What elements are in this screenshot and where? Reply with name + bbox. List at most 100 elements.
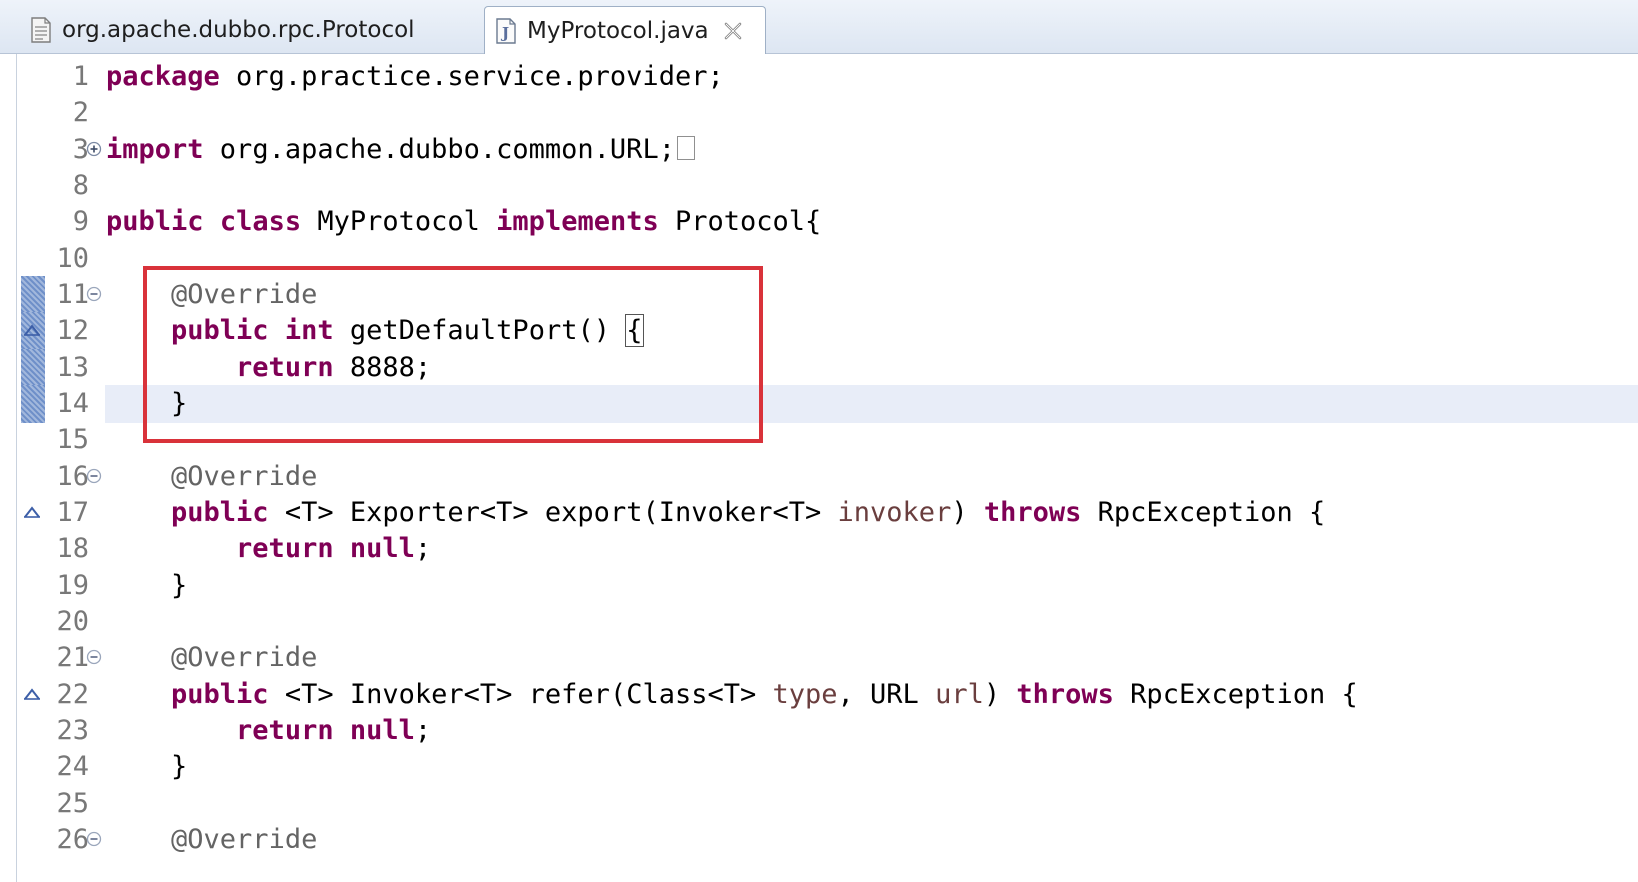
line-number: 13	[56, 351, 89, 383]
line-number: 22	[56, 678, 89, 710]
keyword-token: package	[106, 61, 220, 92]
close-tab-icon[interactable]	[723, 21, 743, 41]
code-text: }	[106, 748, 187, 786]
line-gutter[interactable]: 19	[17, 567, 105, 605]
keyword-token: public	[106, 206, 204, 238]
code-token: }	[106, 569, 188, 601]
change-marker	[21, 275, 45, 314]
line-number: 10	[56, 242, 89, 274]
line-gutter[interactable]: 2	[17, 94, 105, 132]
code-line[interactable]: 8	[17, 167, 1638, 205]
code-line[interactable]: 11 @Override	[17, 275, 1638, 314]
code-line[interactable]: 1 package org.practice.service.provider;	[17, 58, 1638, 96]
annotation-token: @Override	[171, 642, 318, 674]
line-gutter[interactable]: 8	[17, 167, 105, 205]
line-number: 24	[56, 751, 89, 783]
code-line[interactable]: 19 }	[17, 567, 1638, 605]
code-token: )	[951, 496, 984, 528]
line-gutter[interactable]: 3	[17, 131, 105, 169]
line-gutter[interactable]: 18	[17, 530, 105, 568]
code-line[interactable]: 21 @Override	[17, 639, 1638, 677]
code-text: }	[106, 385, 187, 423]
keyword-token: public	[171, 678, 269, 710]
line-gutter[interactable]: 26	[17, 821, 105, 859]
code-line[interactable]: 13 return 8888;	[17, 348, 1638, 387]
line-gutter[interactable]: 23	[17, 712, 105, 750]
line-number: 23	[56, 714, 89, 746]
collapsed-imports-marker[interactable]	[676, 136, 695, 161]
keyword-token: return	[236, 533, 334, 565]
fold-collapse-icon[interactable]	[86, 649, 102, 665]
override-marker-icon	[24, 687, 40, 700]
line-gutter[interactable]: 25	[17, 785, 105, 823]
code-token: org.practice.service.provider;	[219, 61, 724, 92]
line-gutter[interactable]: 13	[17, 348, 105, 387]
code-line[interactable]: 3 import org.apache.dubbo.common.URL;	[17, 131, 1638, 169]
code-line[interactable]: 14 }	[17, 384, 1638, 423]
code-line[interactable]: 12 public int getDefaultPort() {	[17, 312, 1638, 351]
code-line[interactable]: 25	[17, 785, 1638, 823]
svg-text:J: J	[500, 24, 509, 42]
code-line[interactable]: 22 public <T> Invoker<T> refer(Class<T> …	[17, 676, 1638, 714]
line-gutter[interactable]: 16	[17, 458, 105, 496]
line-gutter[interactable]: 12	[17, 312, 105, 351]
code-text: package org.practice.service.provider;	[106, 58, 724, 96]
line-gutter[interactable]: 11	[17, 275, 105, 314]
line-number: 11	[56, 278, 89, 310]
code-line[interactable]: 17 public <T> Exporter<T> export(Invoker…	[17, 494, 1638, 532]
code-text: public <T> Invoker<T> refer(Class<T> typ…	[106, 676, 1358, 714]
code-line[interactable]: 16 @Override	[17, 458, 1638, 496]
line-gutter[interactable]: 14	[17, 384, 105, 423]
code-line[interactable]: 10	[17, 240, 1638, 278]
code-token: org.apache.dubbo.common.URL;	[203, 133, 675, 165]
line-gutter[interactable]: 22	[17, 676, 105, 714]
code-token: }	[106, 387, 188, 419]
code-token: Protocol{	[658, 206, 822, 238]
code-editor[interactable]: 1 package org.practice.service.provider; 2…	[16, 54, 1638, 882]
line-gutter[interactable]: 1	[17, 58, 105, 96]
java-file-icon: J	[496, 18, 516, 44]
keyword-token: null	[349, 714, 415, 746]
fold-expand-icon[interactable]	[86, 141, 102, 157]
tab-myprotocol-java[interactable]: J MyProtocol.java	[484, 6, 766, 55]
code-line[interactable]: 24 }	[17, 748, 1638, 786]
code-token: )	[983, 678, 1017, 710]
line-gutter[interactable]: 24	[17, 748, 105, 786]
code-line[interactable]: 2	[17, 94, 1638, 132]
code-line[interactable]: 15	[17, 421, 1638, 459]
code-token: ;	[414, 533, 432, 565]
keyword-token: public	[171, 315, 269, 347]
fold-collapse-icon[interactable]	[86, 468, 102, 484]
line-gutter[interactable]: 15	[17, 421, 105, 459]
code-line[interactable]: 18 return null;	[17, 530, 1638, 568]
keyword-token: int	[284, 315, 334, 347]
code-token: MyProtocol	[301, 206, 497, 238]
line-gutter[interactable]: 20	[17, 603, 105, 641]
line-gutter[interactable]: 17	[17, 494, 105, 532]
line-gutter[interactable]: 21	[17, 639, 105, 677]
keyword-token: null	[349, 533, 415, 565]
line-gutter[interactable]: 9	[17, 203, 105, 241]
code-line[interactable]: 9 public class MyProtocol implements Prot…	[17, 203, 1638, 241]
override-marker-icon	[24, 506, 40, 518]
code-line[interactable]: 23 return null;	[17, 712, 1638, 750]
code-text: public <T> Exporter<T> export(Invoker<T>…	[106, 494, 1325, 532]
line-number: 16	[56, 460, 89, 492]
tab-protocol-class[interactable]: org.apache.dubbo.rpc.Protocol	[16, 6, 484, 54]
code-line[interactable]: 26 @Override	[17, 821, 1638, 859]
code-token: <T> Exporter<T> export(Invoker<T>	[268, 496, 838, 528]
fold-collapse-icon[interactable]	[86, 831, 102, 847]
annotation-token: @Override	[171, 460, 318, 492]
code-token: RpcException {	[1113, 678, 1358, 710]
keyword-token: import	[106, 133, 204, 165]
fold-collapse-icon[interactable]	[86, 286, 102, 302]
code-text: return null;	[106, 712, 431, 750]
code-line[interactable]: 20	[17, 603, 1638, 641]
line-gutter[interactable]: 10	[17, 240, 105, 278]
matched-bracket: {	[625, 314, 644, 348]
change-marker	[21, 384, 45, 423]
